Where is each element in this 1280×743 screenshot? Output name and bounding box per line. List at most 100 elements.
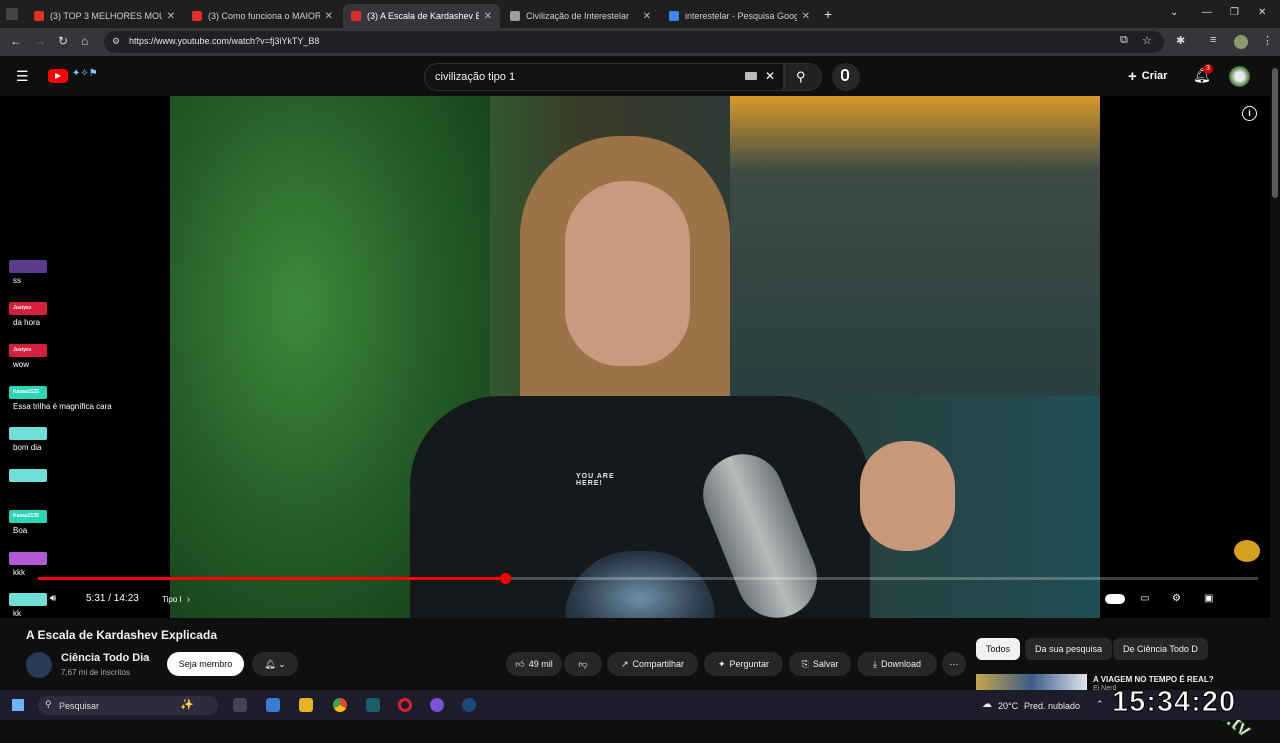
store-icon[interactable] [266,698,280,712]
share-label: Compartilhar [632,659,685,669]
home-icon[interactable]: ⌂ [81,34,88,48]
profile-avatar[interactable] [1234,35,1248,49]
close-window-icon[interactable]: ✕ [1258,7,1266,18]
video-frame[interactable]: YOU ARE HERE! [170,96,1100,618]
share-button[interactable]: ↗ Compartilhar [607,652,698,676]
tab-close-icon[interactable]: ✕ [484,11,492,22]
tab-3[interactable]: (3) A Escala de Kardashev E ✕ [343,4,500,28]
forward-icon[interactable]: → [34,34,46,48]
channel-name[interactable]: Ciência Todo Dia [61,652,149,664]
create-button[interactable]: + Criar [1128,66,1167,86]
search-input[interactable]: civilização tipo 1 [435,71,515,83]
address-bar[interactable]: ⚙ https://www.youtube.com/watch?v=fj3iYk… [104,31,1164,53]
clear-search-icon[interactable]: ✕ [765,69,775,83]
voice-search-button[interactable] [832,63,860,91]
save-button[interactable]: ⎘ Salvar [789,652,851,676]
chat-username: Justyxz [9,344,47,357]
dislike-button[interactable]: 👎︎ [564,652,602,676]
tab-close-icon[interactable]: ✕ [167,11,175,22]
keyboard-icon[interactable] [745,72,757,80]
weather-description[interactable]: Pred. nublado [1024,701,1080,711]
channel-avatar[interactable] [26,652,52,678]
chapter-chevron-icon[interactable]: › [187,594,190,604]
subtitles-icon[interactable]: ▭ [1140,593,1149,604]
channel-watermark-logo [1234,540,1260,562]
shelf-background [730,96,1100,396]
maximize-icon[interactable]: ❐ [1230,7,1239,18]
chapter-label[interactable]: Tipo I [162,595,182,604]
microphone-icon [841,69,849,81]
more-actions-button[interactable]: ⋯ [942,652,966,676]
chat-message: kk [13,609,21,618]
chat-message: bom dia [13,443,42,452]
weather-icon: ☁ [982,699,992,710]
bookmark-star-icon[interactable]: ☆ [1142,34,1152,47]
tab-4[interactable]: Civilização de Interestelar ✕ [502,4,659,28]
extensions-icon[interactable]: ✱ [1176,34,1185,47]
chrome-icon[interactable] [333,698,347,712]
settings-gear-icon[interactable]: ⚙ [1172,593,1181,604]
taskbar-search-icon: ⚲ [45,699,52,709]
search-button[interactable]: ⚲ [784,63,822,91]
terminal-icon[interactable] [366,698,380,712]
page-scrollbar[interactable] [1270,56,1280,690]
tab-label: (3) A Escala de Kardashev E [367,11,479,21]
media-control-icon[interactable]: ≡ [1210,34,1216,46]
miniplayer-icon[interactable]: ▣ [1204,593,1213,604]
weather-temp[interactable]: 20°C [998,701,1018,711]
download-label: Download [880,659,921,669]
steam-icon[interactable] [462,698,476,712]
tab-favicon-icon [351,11,361,21]
shirt-print: YOU ARE HERE! [576,473,615,487]
hamburger-menu-icon[interactable]: ☰ [16,68,29,85]
filter-chip[interactable]: Todos [976,638,1021,660]
tab-label: interestelar - Pesquisa Google [685,11,797,21]
join-button[interactable]: Seja membro [167,652,244,676]
tab-close-icon[interactable]: ✕ [643,11,651,22]
filter-chip[interactable]: De Ciência Todo D [1113,638,1208,660]
chat-username [9,427,47,440]
tab-favicon-icon [669,11,679,21]
subscribed-bell-button[interactable]: 🔔︎ ⌄ [252,652,298,676]
overlay-clock: 15:34:20 [1111,686,1237,719]
site-info-icon[interactable]: ⚙ [112,36,120,47]
tab-search-icon[interactable] [6,8,18,20]
doodle-icon: ✦✧⚑ [72,68,98,79]
tray-chevron-icon[interactable]: ⌃ [1096,699,1104,710]
download-button[interactable]: ⤓ Download [857,652,937,676]
tab-5[interactable]: interestelar - Pesquisa Google ✕ [661,4,818,28]
minimize-icon[interactable]: — [1202,7,1212,18]
progress-bar[interactable] [38,573,1258,584]
tab-2[interactable]: (3) Como funciona o MAIOR TE ✕ [184,4,341,28]
tab-close-icon[interactable]: ✕ [802,11,810,22]
video-player[interactable]: YOU ARE HERE! ss Justyxz da hora Justyxz wow… [0,96,1270,742]
new-tab-button[interactable]: + [824,6,832,22]
video-details: A Escala de Kardashev Explicada Ciência … [0,618,1270,692]
logo-play-icon: ▶ [55,71,62,80]
tab-1[interactable]: (3) TOP 3 MELHORES MOUSES ✕ [26,4,183,28]
scrollbar-thumb[interactable] [1272,68,1278,198]
recommendation-title[interactable]: A VIAGEM NO TEMPO É REAL? [1093,675,1214,684]
reload-icon[interactable]: ↻ [58,34,68,48]
opera-icon[interactable] [398,698,412,712]
recommendation-thumbnail[interactable] [976,674,1087,690]
tab-list-icon[interactable]: ⌄ [1170,7,1178,18]
messenger-icon[interactable] [430,698,444,712]
browser-menu-icon[interactable]: ⋮ [1262,34,1273,47]
search-box[interactable]: civilização tipo 1 ✕ [424,63,784,91]
account-avatar[interactable] [1229,66,1250,87]
ask-button[interactable]: ✦ Perguntar [704,652,783,676]
chat-message: ss [13,276,21,285]
start-icon[interactable] [12,699,24,711]
autoplay-toggle[interactable] [1105,594,1125,604]
like-button[interactable]: 👍︎ 49 mil [506,652,562,676]
back-icon[interactable]: ← [10,34,22,48]
volume-icon[interactable]: 🔊︎ [50,593,56,604]
tab-close-icon[interactable]: ✕ [325,11,333,22]
file-explorer-icon[interactable] [299,698,313,712]
info-icon[interactable]: i [1242,106,1257,121]
chat-username [9,552,47,565]
task-view-icon[interactable] [233,698,247,712]
filter-chip[interactable]: Da sua pesquisa [1025,638,1113,660]
install-app-icon[interactable]: ⧉ [1120,34,1128,47]
